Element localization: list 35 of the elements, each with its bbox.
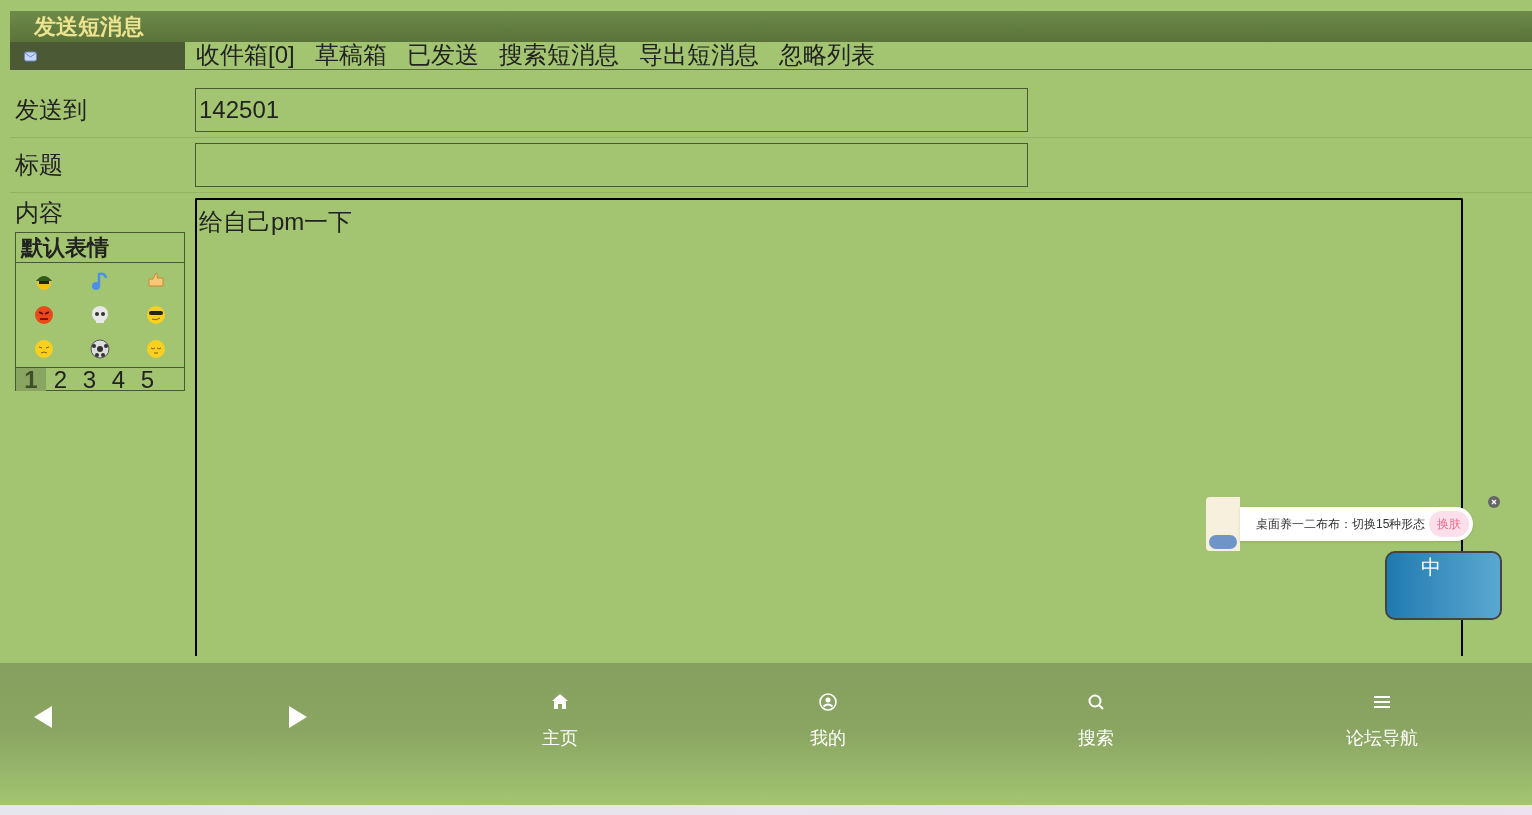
language-label: 中 (1421, 557, 1441, 577)
sunglasses-face-icon[interactable] (146, 305, 166, 325)
page-link[interactable]: 5 (133, 368, 162, 391)
emoticon-panel-title: 默认表情 (16, 233, 184, 263)
anime-picture-toast[interactable]: 中 (1385, 551, 1502, 620)
thumbs-up-icon[interactable] (147, 271, 165, 289)
tab-link[interactable]: 已发送 (406, 41, 479, 69)
house-icon (551, 693, 569, 711)
left-triangle-icon (34, 706, 52, 728)
toast-close-icon[interactable] (1488, 496, 1500, 508)
page-link[interactable]: 4 (104, 368, 133, 391)
frowning-face-icon[interactable] (34, 339, 54, 359)
angry-face-icon[interactable] (34, 305, 54, 325)
widget-message: 桌面养一二布布：切换15种形态 (1256, 516, 1426, 533)
page-title: 发送短消息 (34, 15, 144, 38)
search-icon (1087, 693, 1105, 711)
field-label: 发送到 (14, 95, 88, 125)
right-triangle-icon (289, 706, 307, 728)
menu-icon (1373, 693, 1391, 711)
tab-link[interactable]: 导出短消息 (638, 41, 759, 69)
tab-link[interactable]: 草稿箱 (314, 41, 387, 69)
text-input[interactable] (195, 143, 1028, 187)
tab-link[interactable]: 收件箱[0] (196, 41, 295, 69)
soccer-ball-icon[interactable] (90, 339, 110, 359)
page-link[interactable]: 2 (46, 368, 75, 391)
field-label: 标题 (14, 150, 64, 180)
page-link[interactable]: 3 (75, 368, 104, 391)
skull-icon[interactable] (90, 305, 110, 325)
cartoon-character-toast[interactable] (1206, 497, 1240, 551)
field-label: 内容 (14, 198, 64, 228)
tab-link[interactable]: 忽略列表 (778, 41, 875, 69)
user-circle-icon (819, 693, 837, 711)
tab-link[interactable]: 搜索短消息 (498, 41, 619, 69)
envelope-icon (24, 50, 37, 62)
text-input[interactable]: 142501 (195, 88, 1028, 132)
